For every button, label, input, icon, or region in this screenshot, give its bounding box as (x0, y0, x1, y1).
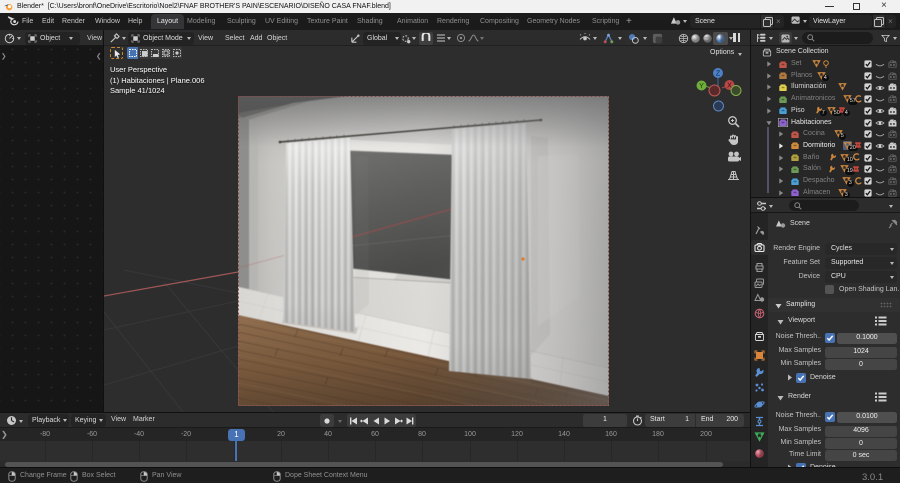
svg-text:Y: Y (699, 83, 704, 90)
svg-text:Z: Z (716, 71, 721, 78)
